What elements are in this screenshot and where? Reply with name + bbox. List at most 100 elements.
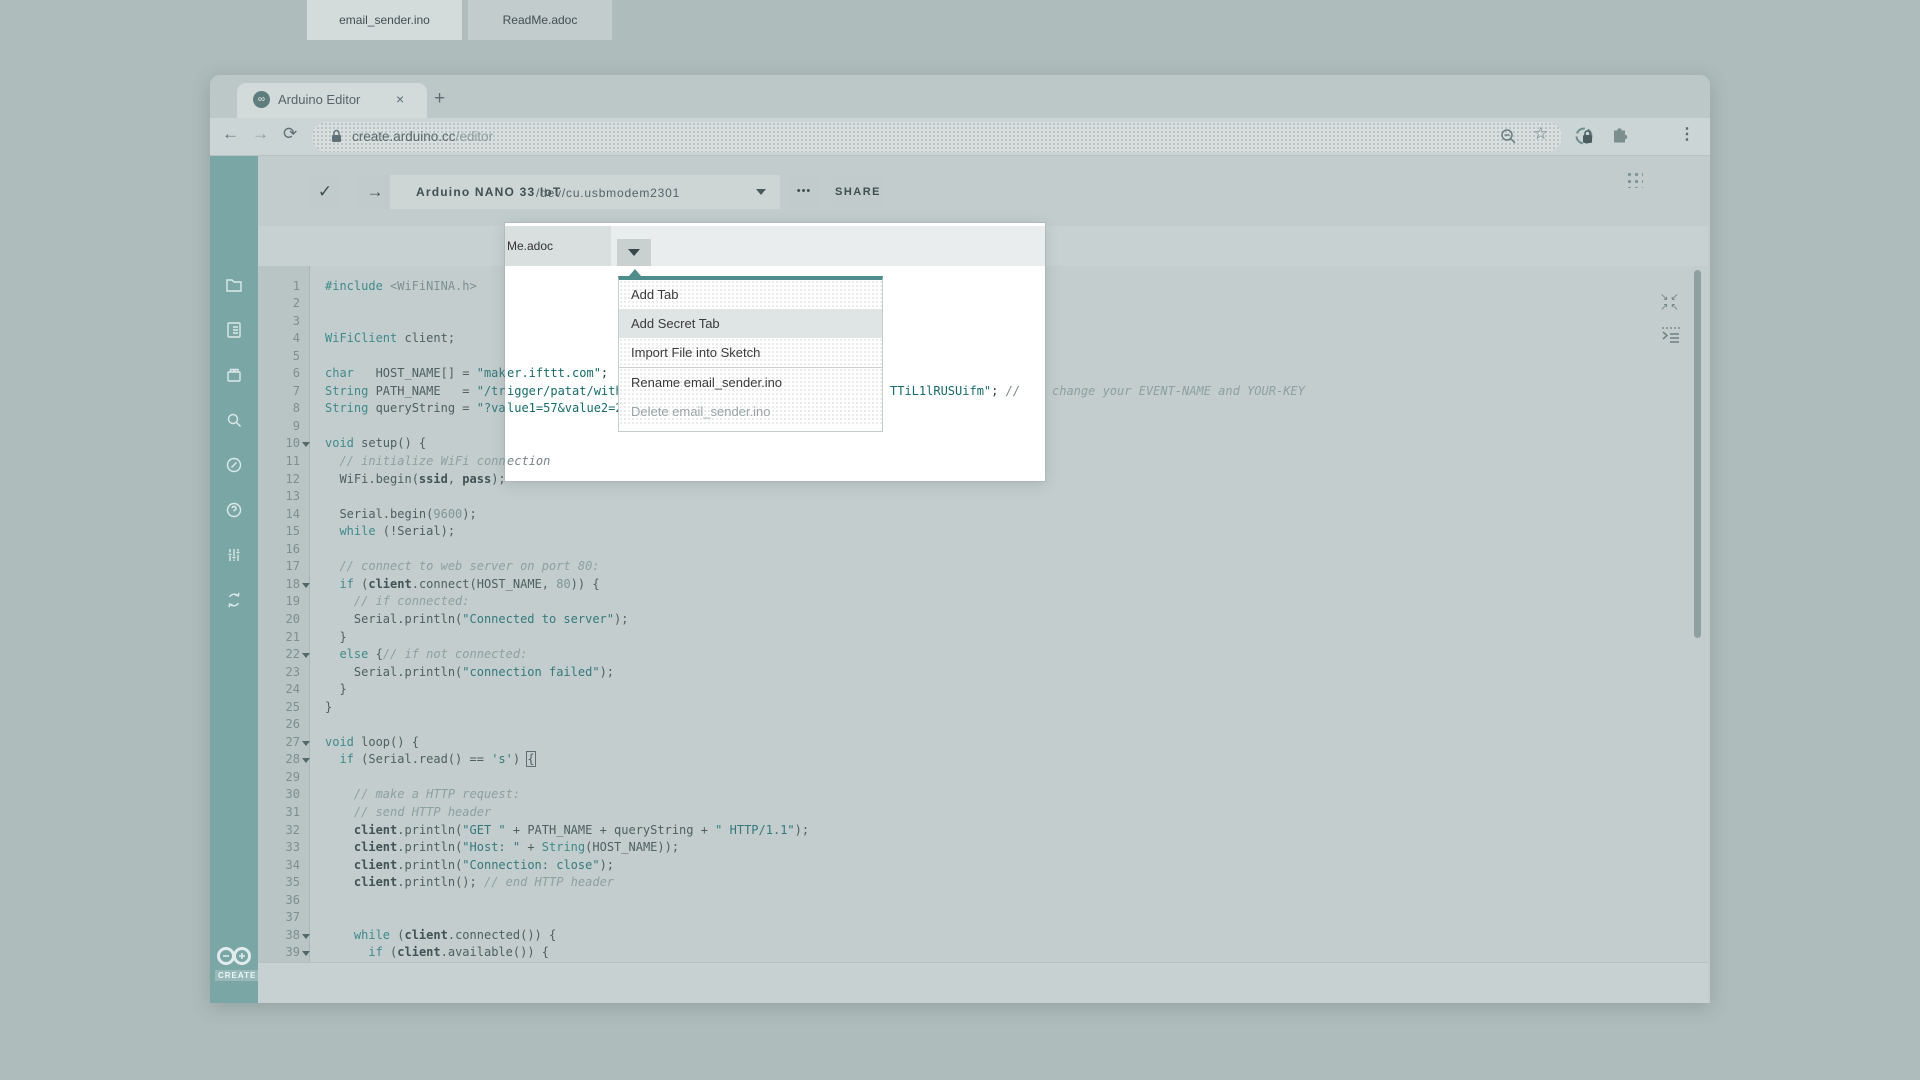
upload-button[interactable]: → xyxy=(358,175,392,209)
line-number: 21 xyxy=(258,630,300,644)
walkthrough-spotlight: Me.adoc er.ifttt.com";igger/patat/withTT… xyxy=(505,223,1045,481)
forward-icon[interactable]: → xyxy=(252,124,269,144)
sidebar-item-search-icon[interactable] xyxy=(224,410,244,435)
url-bar[interactable] xyxy=(312,122,1562,152)
sidebar-item-help-icon[interactable] xyxy=(224,500,244,525)
sidebar-item-settings-icon[interactable] xyxy=(224,545,244,570)
line-number: 19 xyxy=(258,594,300,608)
code-line: if (client.connect(HOST_NAME, 80)) { xyxy=(310,577,1690,591)
code-line-fragment: String PATH_NAME = "/tr xyxy=(325,384,506,398)
arduino-logo-icon[interactable] xyxy=(214,944,254,968)
line-number: 20 xyxy=(258,612,300,626)
apps-grid-icon[interactable] xyxy=(1625,170,1643,188)
screenshot-canvas: ∞ Arduino Editor × + ← → ⟳ create.arduin… xyxy=(0,0,1920,1080)
monitor-icon xyxy=(224,455,244,475)
code-line: client.println("Connection: close"); xyxy=(310,858,1690,872)
spotlight-code-fragment: igger/patat/with xyxy=(507,384,623,398)
code-line: } xyxy=(310,700,1690,714)
sidebar-item-monitor-icon[interactable] xyxy=(224,455,244,480)
board-port-selector[interactable]: Arduino NANO 33 IoT /dev/cu.usbmodem2301 xyxy=(390,175,780,209)
fold-arrow-icon[interactable] xyxy=(302,653,310,658)
spotlight-code-fragment: lue1=57&value2=2 xyxy=(507,401,623,415)
line-number: 35 xyxy=(258,875,300,889)
settings-icon xyxy=(224,545,244,565)
url-path: /editor xyxy=(456,129,494,144)
fold-arrow-icon[interactable] xyxy=(302,741,310,746)
code-line: Serial.println("Connected to server"); xyxy=(310,612,1690,626)
tab-email-sender-ino[interactable]: email_sender.ino xyxy=(307,0,462,40)
code-line: while (client.connected()) { xyxy=(310,928,1690,942)
line-number: 37 xyxy=(258,910,300,924)
line-number: 28 xyxy=(258,752,300,766)
zoom-out-page-icon[interactable] xyxy=(1500,128,1517,145)
code-line: Serial.println("connection failed"); xyxy=(310,665,1690,679)
menu-pointer-icon xyxy=(629,269,641,276)
menu-item-add-tab[interactable]: Add Tab xyxy=(619,280,882,309)
code-line: // send HTTP header xyxy=(310,805,1690,819)
console-panel-icon[interactable] xyxy=(1660,326,1682,344)
sidebar-item-device-icon[interactable] xyxy=(224,365,244,390)
fold-arrow-icon[interactable] xyxy=(302,934,310,939)
code-line: if (Serial.read() == 's') { xyxy=(310,752,1690,766)
fold-arrow-icon[interactable] xyxy=(302,583,310,588)
line-number: 26 xyxy=(258,717,300,731)
verify-button[interactable]: ✓ xyxy=(308,175,342,209)
tab-readme-adoc-fragment[interactable]: Me.adoc xyxy=(505,226,611,266)
line-number: 27 xyxy=(258,735,300,749)
line-number: 10 xyxy=(258,436,300,450)
sidebar-item-sync-icon[interactable] xyxy=(224,590,244,615)
tab-options-dropdown-button[interactable] xyxy=(617,239,651,266)
sidebar-item-folder-icon[interactable] xyxy=(224,275,244,300)
spotlight-code-fragment: ection xyxy=(507,454,550,468)
reload-icon[interactable]: ⟳ xyxy=(283,124,297,144)
editor-scrollbar[interactable] xyxy=(1694,270,1701,638)
code-line: while (!Serial); xyxy=(310,524,1690,538)
bookmark-star-icon[interactable]: ☆ xyxy=(1533,124,1548,144)
tab-close-icon[interactable]: × xyxy=(396,91,404,107)
code-line: } xyxy=(310,630,1690,644)
menu-item-rename-email-sender-ino[interactable]: Rename email_sender.ino xyxy=(619,368,882,397)
line-number: 22 xyxy=(258,647,300,661)
fold-arrow-icon[interactable] xyxy=(302,951,310,956)
folder-icon xyxy=(224,275,244,295)
spotlight-code-fragment: TTiL1lRUSUifm"; // xyxy=(890,384,1020,398)
more-options-button[interactable]: ••• xyxy=(787,175,821,209)
line-number: 25 xyxy=(258,700,300,714)
code-line: client.println("GET " + PATH_NAME + quer… xyxy=(310,823,1690,837)
line-number: 2 xyxy=(258,296,300,310)
line-number: 31 xyxy=(258,805,300,819)
collapse-editor-icon[interactable]: ↘↙↗↖ xyxy=(1660,293,1681,313)
line-number: 33 xyxy=(258,840,300,854)
tab-readme-adoc[interactable]: ReadMe.adoc xyxy=(468,0,612,40)
line-number: 15 xyxy=(258,524,300,538)
fold-arrow-icon[interactable] xyxy=(302,758,310,763)
line-number: 16 xyxy=(258,542,300,556)
back-icon[interactable]: ← xyxy=(222,124,239,144)
sidebar-item-examples-icon[interactable] xyxy=(224,320,244,345)
fold-arrow-icon[interactable] xyxy=(302,442,310,447)
menu-item-add-secret-tab[interactable]: Add Secret Tab xyxy=(619,309,882,338)
code-line: // if connected: xyxy=(310,594,1690,608)
menu-item-import-file-into-sketch[interactable]: Import File into Sketch xyxy=(619,338,882,367)
browser-tab-title: Arduino Editor xyxy=(278,92,360,107)
line-number: 18 xyxy=(258,577,300,591)
line-number: 39 xyxy=(258,945,300,959)
line-number: 34 xyxy=(258,858,300,872)
code-line-fragment: change your EVENT-NAME and YOUR-KEY xyxy=(1052,384,1305,398)
line-number: 1 xyxy=(258,279,300,293)
code-line: else {// if not connected: xyxy=(310,647,1690,661)
lock-icon xyxy=(330,128,343,144)
line-number: 7 xyxy=(258,384,300,398)
code-line-fragment: char HOST_NAME[] = "mak xyxy=(325,366,506,380)
url-text: create.arduino.cc/editor xyxy=(352,129,493,144)
extension-badge-lock-icon[interactable] xyxy=(1574,126,1596,148)
share-button[interactable]: SHARE xyxy=(833,175,883,209)
line-number: 17 xyxy=(258,559,300,573)
extensions-puzzle-icon[interactable] xyxy=(1610,125,1632,147)
line-number: 9 xyxy=(258,419,300,433)
search-icon xyxy=(224,410,244,430)
menu-item-delete-email-sender-ino[interactable]: Delete email_sender.ino xyxy=(619,397,882,426)
code-line: // make a HTTP request: xyxy=(310,787,1690,801)
browser-menu-icon[interactable]: ⋮ xyxy=(1679,124,1695,144)
new-tab-button[interactable]: + xyxy=(434,88,445,110)
